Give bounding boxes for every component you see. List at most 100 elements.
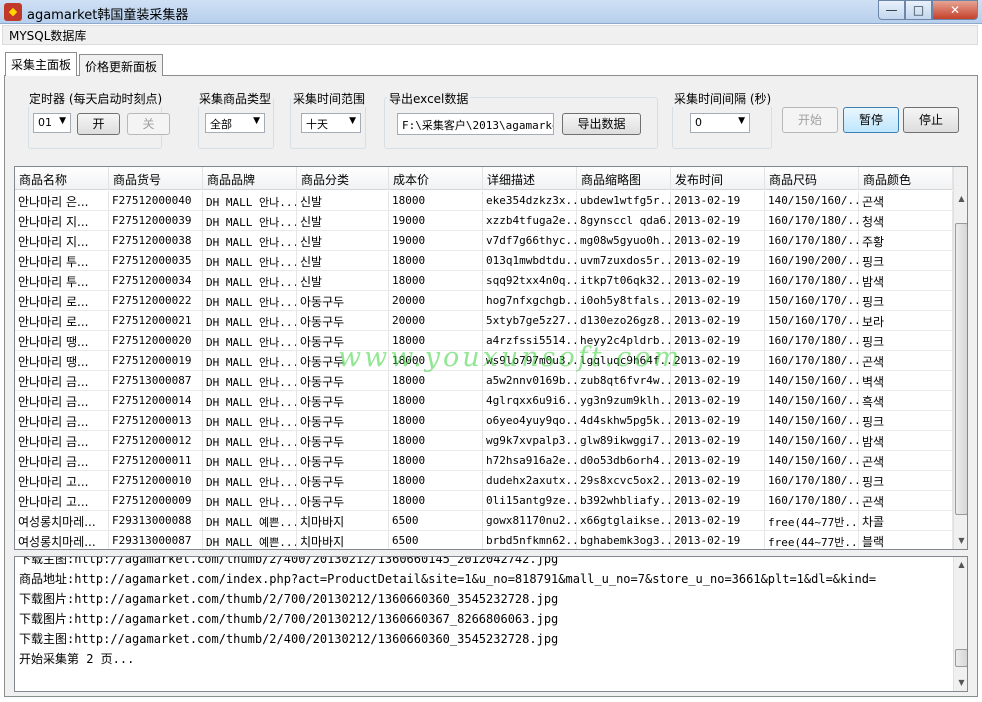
column-header-thumbnail[interactable]: 商品缩略图 bbox=[577, 167, 671, 190]
pause-button[interactable]: 暂停 bbox=[843, 107, 899, 133]
table-row[interactable]: 안나마리 지... F27512000039 DH MALL 안나... 신발 1900… bbox=[15, 211, 953, 231]
table-row[interactable]: 여성롱치마레... F29313000088 DH MALL 예쁜... 치마바지 65… bbox=[15, 511, 953, 531]
table-row[interactable]: 안나마리 지... F27512000038 DH MALL 안나... 신발 1900… bbox=[15, 231, 953, 251]
start-button[interactable]: 开始 bbox=[782, 107, 838, 133]
excel-export-label: 导出excel数据 bbox=[387, 90, 471, 107]
timer-hour-value: 01 bbox=[38, 116, 52, 129]
cell-thumbnail: 29s8xcvc5ox2... bbox=[577, 471, 671, 491]
table-row[interactable]: 안나마리 땡... F27512000019 DH MALL 안나... 아동구두 18… bbox=[15, 351, 953, 371]
cell-cost: 18000 bbox=[389, 411, 483, 431]
cell-thumbnail: x66gtglaikse... bbox=[577, 511, 671, 531]
cell-category: 아동구두 bbox=[297, 331, 389, 351]
table-row[interactable]: 안나마리 금... F27512000013 DH MALL 안나... 아동구두 18… bbox=[15, 411, 953, 431]
cell-brand: DH MALL 안나... bbox=[203, 351, 297, 371]
time-range-label: 采集时间范围 bbox=[291, 90, 368, 107]
grid-header: 商品名称 商品货号 商品品牌 商品分类 成本价 详细描述 商品缩略图 发布时间 商品尺码 商品颜色 bbox=[15, 167, 953, 190]
cell-brand: DH MALL 안나... bbox=[203, 191, 297, 211]
cell-date: 2013-02-19 bbox=[671, 471, 765, 491]
minimize-button[interactable]: — bbox=[878, 0, 905, 20]
cell-name: 안나마리 지... bbox=[15, 211, 109, 231]
cell-description: brbd5nfkmn62... bbox=[483, 531, 577, 549]
cell-name: 안나마리 투... bbox=[15, 271, 109, 291]
table-row[interactable]: 안나마리 투... F27512000035 DH MALL 안나... 신발 1800… bbox=[15, 251, 953, 271]
cell-color: 핑크 bbox=[859, 291, 953, 311]
table-row[interactable]: 안나마리 금... F27512000014 DH MALL 안나... 아동구두 18… bbox=[15, 391, 953, 411]
table-row[interactable]: 안나마리 고... F27512000009 DH MALL 안나... 아동구두 18… bbox=[15, 491, 953, 511]
stop-button[interactable]: 停止 bbox=[903, 107, 959, 133]
tab-price-update[interactable]: 价格更新面板 bbox=[79, 54, 164, 76]
timer-on-button[interactable]: 开 bbox=[77, 113, 120, 135]
cell-sku: F27512000021 bbox=[109, 311, 203, 331]
cell-cost: 18000 bbox=[389, 471, 483, 491]
timer-hour-select[interactable]: 01 ▼ bbox=[33, 113, 71, 133]
cell-brand: DH MALL 안나... bbox=[203, 451, 297, 471]
table-row[interactable]: 안나마리 금... F27513000087 DH MALL 안나... 아동구두 18… bbox=[15, 371, 953, 391]
column-header-cost[interactable]: 成本价 bbox=[389, 167, 483, 190]
cell-size: 160/170/180/... bbox=[765, 271, 859, 291]
cell-sku: F27512000014 bbox=[109, 391, 203, 411]
log-output[interactable]: 下载主图:http://agamarket.com/thumb/2/400/20… bbox=[14, 556, 968, 692]
grid-scrollbar[interactable]: ▲ ▼ bbox=[953, 167, 967, 549]
column-header-sku[interactable]: 商品货号 bbox=[109, 167, 203, 190]
cell-brand: DH MALL 안나... bbox=[203, 251, 297, 271]
product-grid[interactable]: 商品名称 商品货号 商品品牌 商品分类 成本价 详细描述 商品缩略图 发布时间 商品尺码 商品颜色… bbox=[14, 166, 968, 550]
table-row[interactable]: 안나마리 금... F27512000012 DH MALL 안나... 아동구두 18… bbox=[15, 431, 953, 451]
cell-size: 160/190/200/... bbox=[765, 251, 859, 271]
cell-thumbnail: b392whbliafy... bbox=[577, 491, 671, 511]
column-header-brand[interactable]: 商品品牌 bbox=[203, 167, 297, 190]
table-row[interactable]: 안나마리 로... F27512000022 DH MALL 안나... 아동구두 20… bbox=[15, 291, 953, 311]
cell-color: 흑색 bbox=[859, 391, 953, 411]
table-row[interactable]: 안나마리 은... F27512000040 DH MALL 안나... 신발 1800… bbox=[15, 191, 953, 211]
scroll-up-icon[interactable]: ▲ bbox=[954, 557, 967, 573]
cell-size: 140/150/160/... bbox=[765, 431, 859, 451]
interval-select[interactable]: 0 ▼ bbox=[690, 113, 750, 133]
timer-off-button[interactable]: 关 bbox=[127, 113, 170, 135]
table-row[interactable]: 여성롱치마레... F29313000087 DH MALL 예쁜... 치마바지 65… bbox=[15, 531, 953, 549]
cell-brand: DH MALL 안나... bbox=[203, 431, 297, 451]
cell-name: 안나마리 금... bbox=[15, 371, 109, 391]
column-header-name[interactable]: 商品名称 bbox=[15, 167, 109, 190]
cell-brand: DH MALL 안나... bbox=[203, 331, 297, 351]
cell-size: 140/150/160/... bbox=[765, 191, 859, 211]
cell-thumbnail: d130ezo26gz8... bbox=[577, 311, 671, 331]
log-scrollbar[interactable]: ▲ ▼ bbox=[953, 557, 967, 691]
table-row[interactable]: 안나마리 고... F27512000010 DH MALL 안나... 아동구두 18… bbox=[15, 471, 953, 491]
cell-sku: F27512000019 bbox=[109, 351, 203, 371]
cell-cost: 18000 bbox=[389, 491, 483, 511]
cell-thumbnail: mg08w5gyuo0h... bbox=[577, 231, 671, 251]
cell-description: dudehx2axutx... bbox=[483, 471, 577, 491]
category-select[interactable]: 全部 ▼ bbox=[205, 113, 265, 133]
table-row[interactable]: 안나마리 금... F27512000011 DH MALL 안나... 아동구두 18… bbox=[15, 451, 953, 471]
cell-brand: DH MALL 안나... bbox=[203, 311, 297, 331]
cell-size: free(44~77반... bbox=[765, 511, 859, 531]
cell-date: 2013-02-19 bbox=[671, 411, 765, 431]
menu-item-mysql[interactable]: MYSQL数据库 bbox=[9, 27, 86, 44]
scroll-up-icon[interactable]: ▲ bbox=[954, 191, 967, 207]
cell-size: 160/170/180/... bbox=[765, 491, 859, 511]
column-header-description[interactable]: 详细描述 bbox=[483, 167, 577, 190]
cell-thumbnail: yg3n9zum9klh... bbox=[577, 391, 671, 411]
tab-collect-main[interactable]: 采集主面板 bbox=[5, 52, 78, 76]
cell-category: 신발 bbox=[297, 191, 389, 211]
export-data-button[interactable]: 导出数据 bbox=[562, 113, 641, 135]
close-button[interactable]: ✕ bbox=[932, 0, 978, 20]
cell-brand: DH MALL 안나... bbox=[203, 391, 297, 411]
table-row[interactable]: 안나마리 로... F27512000021 DH MALL 안나... 아동구두 20… bbox=[15, 311, 953, 331]
column-header-category[interactable]: 商品分类 bbox=[297, 167, 389, 190]
column-header-color[interactable]: 商品颜色 bbox=[859, 167, 953, 190]
cell-color: 청색 bbox=[859, 211, 953, 231]
cell-cost: 18000 bbox=[389, 371, 483, 391]
scroll-thumb[interactable] bbox=[955, 223, 967, 515]
table-row[interactable]: 안나마리 투... F27512000034 DH MALL 안나... 신발 1800… bbox=[15, 271, 953, 291]
scroll-down-icon[interactable]: ▼ bbox=[954, 533, 967, 549]
excel-path-field[interactable]: F:\采集客户\2013\agamarke bbox=[397, 113, 554, 135]
time-range-select[interactable]: 十天 ▼ bbox=[301, 113, 361, 133]
scroll-down-icon[interactable]: ▼ bbox=[954, 675, 967, 691]
cell-category: 신발 bbox=[297, 271, 389, 291]
cell-brand: DH MALL 안나... bbox=[203, 371, 297, 391]
table-row[interactable]: 안나마리 땡... F27512000020 DH MALL 안나... 아동구두 18… bbox=[15, 331, 953, 351]
column-header-size[interactable]: 商品尺码 bbox=[765, 167, 859, 190]
maximize-button[interactable]: □ bbox=[905, 0, 932, 20]
scroll-thumb[interactable] bbox=[955, 649, 967, 667]
column-header-date[interactable]: 发布时间 bbox=[671, 167, 765, 190]
